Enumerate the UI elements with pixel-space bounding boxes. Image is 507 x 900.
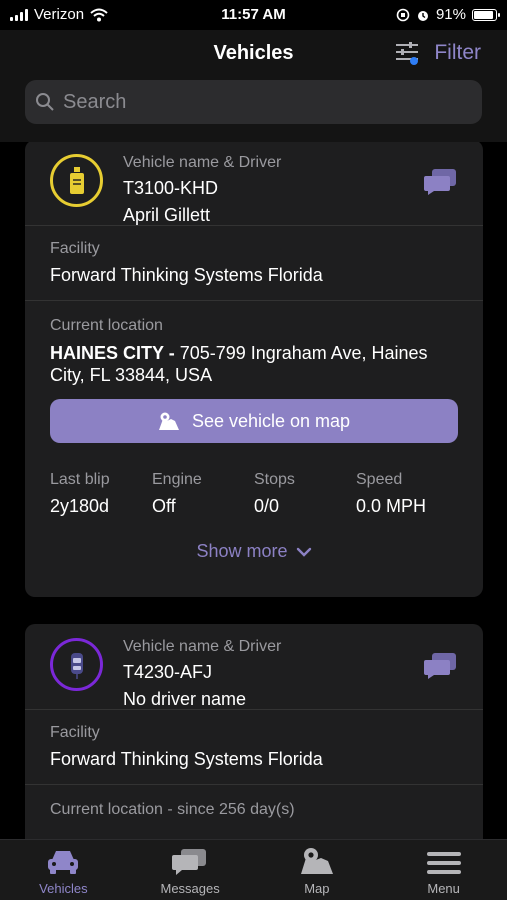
stat-engine: Engine Off xyxy=(152,471,254,517)
vehicle-info: Vehicle name & Driver T3100-KHD April Gi… xyxy=(123,152,424,226)
facility-value: Forward Thinking Systems Florida xyxy=(50,265,323,285)
tab-bar: Vehicles Messages Map Menu xyxy=(0,839,507,900)
search-icon xyxy=(36,93,54,111)
facility-label: Facility xyxy=(50,724,100,741)
search-placeholder: Search xyxy=(63,90,127,113)
messages-icon xyxy=(172,849,207,875)
see-on-map-label: See vehicle on map xyxy=(191,410,351,431)
stat-label: Speed xyxy=(356,471,403,488)
stat-value: 0/0 xyxy=(254,496,280,516)
facility-value: Forward Thinking Systems Florida xyxy=(50,749,323,769)
tab-messages[interactable]: Messages xyxy=(127,840,254,900)
show-more-label: Show more xyxy=(196,541,288,561)
stat-value: 0.0 MPH xyxy=(356,496,427,516)
location-section: Current location - since 256 day(s) xyxy=(25,785,483,819)
vehicle-avatar xyxy=(50,154,103,207)
vehicle-info: Vehicle name & Driver T4230-AFJ No drive… xyxy=(123,636,424,710)
location-city: HAINES CITY - xyxy=(50,343,175,363)
vehicle-list[interactable]: Vehicle name & Driver T3100-KHD April Gi… xyxy=(0,142,507,840)
vehicle-name-label: Vehicle name & Driver xyxy=(123,154,282,171)
stat-value: 2y180d xyxy=(50,496,110,516)
car-icon xyxy=(48,851,79,874)
filter-button[interactable]: Filter xyxy=(394,40,481,66)
map-pin-icon xyxy=(158,412,179,430)
tab-menu[interactable]: Menu xyxy=(380,840,507,900)
location-label: Current location - since 256 day(s) xyxy=(50,801,295,818)
vehicle-header: Vehicle name & Driver T4230-AFJ No drive… xyxy=(25,624,483,710)
vehicle-avatar xyxy=(50,638,103,691)
chevron-down-icon xyxy=(296,547,311,557)
status-right: 91% xyxy=(396,6,500,23)
location-value: HAINES CITY - 705-799 Ingraham Ave, Hain… xyxy=(50,342,458,386)
tab-label: Menu xyxy=(427,881,460,896)
tab-label: Messages xyxy=(160,881,220,896)
stat-stops: Stops 0/0 xyxy=(254,471,356,517)
bottle-icon xyxy=(69,166,84,194)
show-more-button[interactable]: Show more xyxy=(50,541,458,562)
stat-value: Off xyxy=(152,496,176,516)
map-icon xyxy=(300,848,333,874)
facility-section: Facility Forward Thinking Systems Florid… xyxy=(25,226,483,301)
search-input[interactable]: Search xyxy=(25,80,482,124)
stat-label: Last blip xyxy=(50,471,110,488)
message-icon[interactable] xyxy=(424,652,458,680)
see-on-map-button[interactable]: See vehicle on map xyxy=(50,399,458,443)
vehicle-card: Vehicle name & Driver T3100-KHD April Gi… xyxy=(25,142,483,597)
message-icon[interactable] xyxy=(424,168,458,196)
tab-label: Vehicles xyxy=(39,881,88,896)
location-section: Current location HAINES CITY - 705-799 I… xyxy=(25,301,483,562)
facility-section: Facility Forward Thinking Systems Florid… xyxy=(25,710,483,785)
alarm-icon xyxy=(417,10,428,21)
orientation-lock-icon xyxy=(396,8,410,21)
facility-label: Facility xyxy=(50,240,100,257)
tab-label: Map xyxy=(304,881,330,896)
vehicle-header: Vehicle name & Driver T3100-KHD April Gi… xyxy=(25,142,483,226)
vehicle-name: T3100-KHD xyxy=(123,178,219,198)
vehicle-card: Vehicle name & Driver T4230-AFJ No drive… xyxy=(25,624,483,840)
driver-name: No driver name xyxy=(123,689,247,709)
car-topdown-icon xyxy=(70,652,83,679)
battery-icon xyxy=(472,8,500,21)
menu-icon xyxy=(426,852,461,874)
stat-last-blip: Last blip 2y180d xyxy=(50,471,152,517)
stat-label: Stops xyxy=(254,471,295,488)
battery-percent: 91% xyxy=(435,6,466,23)
filter-label: Filter xyxy=(434,41,481,64)
vehicle-name-label: Vehicle name & Driver xyxy=(123,638,282,655)
filter-sliders-icon xyxy=(396,42,419,65)
header: Vehicles Filter Search xyxy=(0,30,507,142)
status-bar: Verizon 11:57 AM 91% xyxy=(0,0,507,30)
location-label: Current location xyxy=(50,317,163,334)
driver-name: April Gillett xyxy=(123,205,211,225)
stat-speed: Speed 0.0 MPH xyxy=(356,471,458,517)
vehicle-name: T4230-AFJ xyxy=(123,662,213,682)
tab-map[interactable]: Map xyxy=(254,840,381,900)
vehicle-stats: Last blip 2y180d Engine Off Stops 0/0 Sp… xyxy=(50,471,458,517)
tab-vehicles[interactable]: Vehicles xyxy=(0,840,127,900)
stat-label: Engine xyxy=(152,471,202,488)
